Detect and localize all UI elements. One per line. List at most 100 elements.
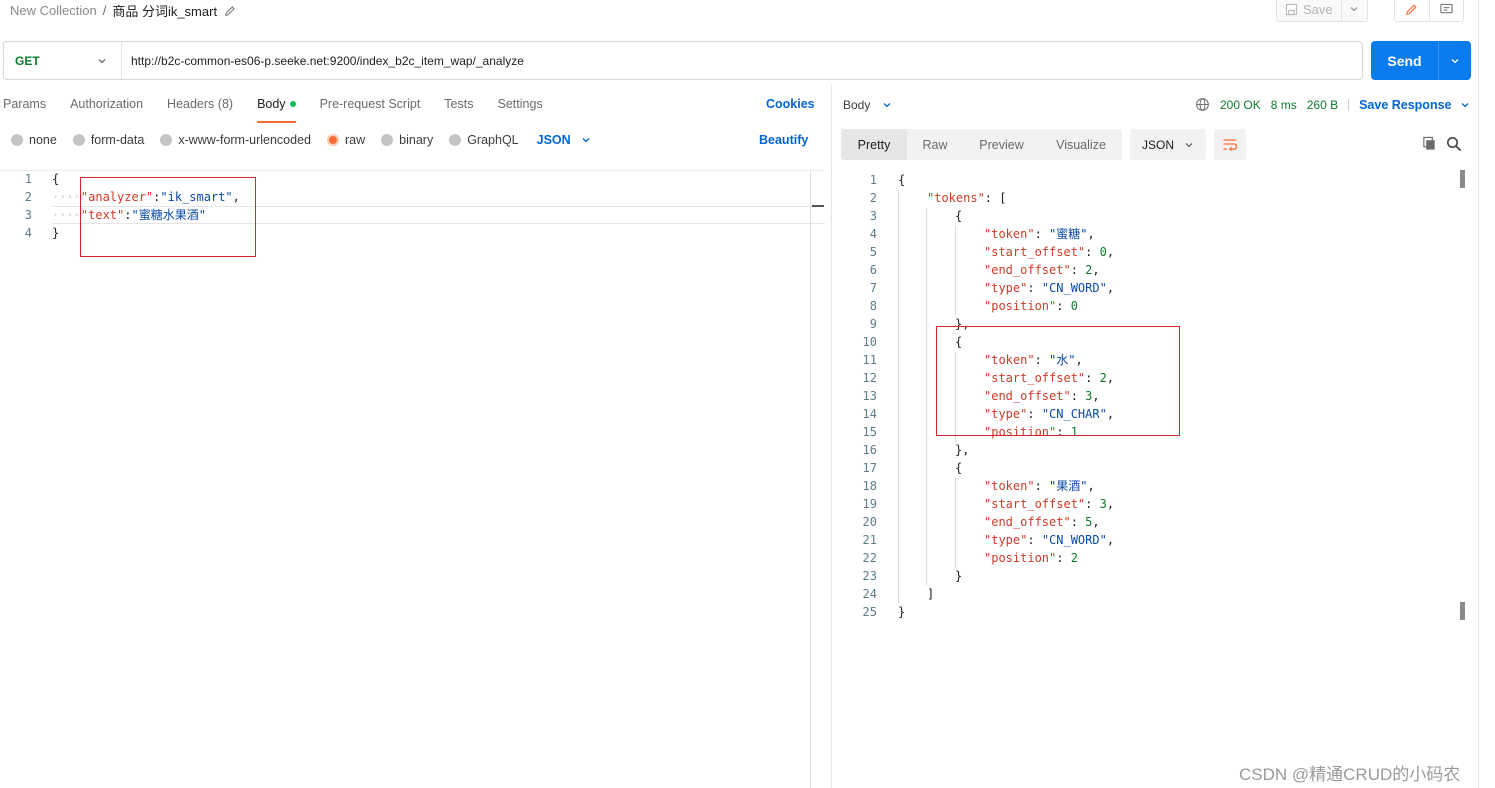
chevron-down-icon (883, 103, 891, 108)
code-key: "start_offset" (984, 497, 1086, 511)
wrap-lines-icon (1223, 138, 1238, 151)
watermark: CSDN @精通CRUD的小码农 (1239, 765, 1461, 784)
code-line-start-offset: "start_offset": 0, (984, 245, 1115, 259)
chevron-down-icon (1451, 58, 1459, 63)
radio-urlencoded-label: x-www-form-urlencoded (178, 133, 311, 147)
radio-graphql[interactable]: GraphQL (449, 133, 519, 147)
send-dropdown-button[interactable] (1439, 41, 1471, 80)
save-dropdown-button[interactable] (1342, 4, 1367, 14)
response-status-bar: 200 OK 8 ms 260 B Save Response (1195, 97, 1470, 112)
editor-cursor-indicator (812, 205, 824, 207)
code-line-token: "token": "果酒", (984, 479, 1095, 493)
code-open-brace: { (955, 461, 963, 475)
code-key: "end_offset" (984, 515, 1071, 529)
line-number: 7 (869, 281, 877, 295)
line-number: 5 (869, 245, 877, 259)
code-key: "start_offset" (984, 245, 1086, 259)
code-key: "type" (984, 281, 1028, 295)
request-body-editor[interactable] (0, 170, 825, 788)
globe-icon[interactable] (1195, 97, 1210, 112)
tab-visualize[interactable]: Visualize (1040, 129, 1122, 160)
response-scrollbar[interactable] (1460, 170, 1466, 620)
line-number: 9 (869, 317, 877, 331)
response-section-select[interactable]: Body (843, 98, 892, 112)
tab-pretty[interactable]: Pretty (841, 129, 907, 160)
response-time[interactable]: 8 ms (1271, 98, 1297, 112)
line-number: 4 (869, 227, 877, 241)
line-number: 1 (869, 173, 877, 187)
tab-raw[interactable]: Raw (907, 129, 963, 160)
tab-preview[interactable]: Preview (963, 129, 1040, 160)
radio-raw[interactable]: raw (327, 133, 365, 147)
wrap-lines-button[interactable] (1214, 129, 1246, 160)
response-size[interactable]: 260 B (1307, 98, 1338, 112)
beautify-link[interactable]: Beautify (759, 133, 808, 147)
tab-authorization[interactable]: Authorization (70, 97, 143, 121)
save-response-button[interactable]: Save Response (1359, 98, 1469, 112)
indent-guide (955, 478, 956, 568)
pencil-icon[interactable] (223, 4, 237, 18)
radio-urlencoded[interactable]: x-www-form-urlencoded (160, 133, 311, 147)
edit-mode-button[interactable] (1395, 0, 1430, 21)
line-number: 12 (862, 371, 877, 385)
code-open-brace: { (898, 173, 906, 187)
request-name[interactable]: 商品 分词ik_smart (112, 1, 217, 20)
line-number: 8 (869, 299, 877, 313)
cookies-link[interactable]: Cookies (766, 97, 815, 111)
code-value: "果酒" (1049, 479, 1088, 493)
raw-format-select[interactable]: JSON (537, 133, 591, 147)
code-key: "token" (984, 227, 1035, 241)
search-icon[interactable] (1446, 136, 1462, 155)
tab-pre-request-script[interactable]: Pre-request Script (320, 97, 421, 121)
docs-mode-button[interactable] (1430, 0, 1464, 21)
panel-divider[interactable] (831, 85, 832, 788)
method-value: GET (15, 53, 40, 68)
code-line-token: "token": "蜜糖", (984, 227, 1095, 241)
line-number: 16 (862, 443, 877, 457)
save-button[interactable]: Save (1277, 0, 1342, 21)
scrollbar-marker (1460, 602, 1465, 620)
line-number: 2 (869, 191, 877, 205)
editor-scrollbar-track (810, 170, 811, 788)
annotation-highlight-box (80, 177, 256, 257)
line-number: 18 (862, 479, 877, 493)
code-line-position: "position": 0 (984, 299, 1078, 313)
status-code[interactable]: 200 OK (1220, 98, 1261, 112)
url-input[interactable] (122, 42, 1362, 79)
pencil-icon (1406, 3, 1417, 15)
tab-settings[interactable]: Settings (497, 97, 542, 121)
line-number: 25 (862, 605, 877, 619)
tab-params[interactable]: Params (3, 97, 46, 121)
tab-body[interactable]: Body (257, 97, 296, 123)
code-close-brace: } (52, 226, 60, 240)
radio-raw-label: raw (345, 133, 366, 147)
line-number: 19 (862, 497, 877, 511)
breadcrumb: New Collection / 商品 分词ik_smart (10, 1, 237, 20)
method-select[interactable]: GET (4, 42, 122, 79)
radio-form-data-label: form-data (90, 133, 145, 147)
code-value: 3 (1099, 497, 1107, 511)
code-key: "tokens" (927, 191, 985, 205)
code-line-type: "type": "CN_WORD", (984, 281, 1115, 295)
radio-circle (72, 134, 85, 146)
line-number: 15 (862, 425, 877, 439)
radio-none-label: none (29, 133, 57, 147)
send-button[interactable]: Send (1371, 41, 1439, 80)
radio-form-data[interactable]: form-data (72, 133, 145, 147)
code-value: 2 (1070, 551, 1078, 565)
response-format-select[interactable]: JSON (1130, 129, 1206, 160)
window-edge (1478, 0, 1479, 788)
line-number: 1 (24, 172, 32, 186)
radio-none[interactable]: none (11, 133, 57, 147)
code-value: "蜜糖" (1049, 227, 1088, 241)
code-line-tokens: "tokens": [ (927, 191, 1007, 205)
tab-headers[interactable]: Headers (8) (167, 97, 233, 121)
code-key: "token" (984, 479, 1035, 493)
breadcrumb-collection[interactable]: New Collection (10, 3, 97, 18)
copy-icon[interactable] (1422, 136, 1437, 154)
view-mode-toggle (1394, 0, 1464, 22)
code-key: "position" (984, 551, 1057, 565)
line-number: 13 (862, 389, 877, 403)
radio-binary[interactable]: binary (381, 133, 433, 147)
tab-tests[interactable]: Tests (444, 97, 473, 121)
